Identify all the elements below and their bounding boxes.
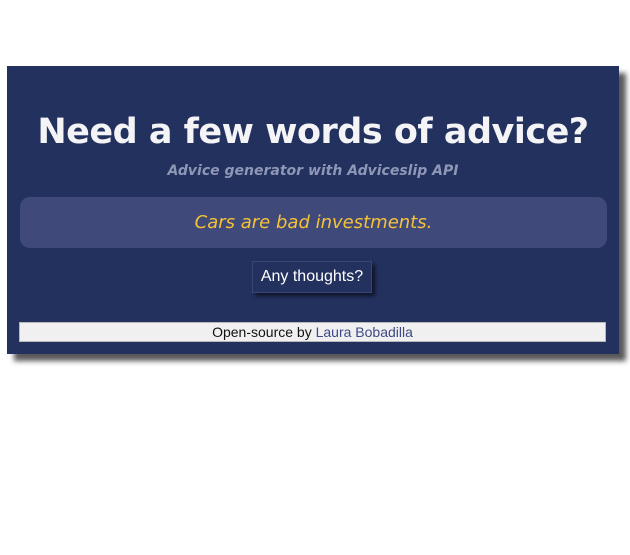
footer-prefix: Open-source by xyxy=(212,324,316,340)
advice-text: Cars are bad investments. xyxy=(194,211,433,233)
footer: Open-source by Laura Bobadilla xyxy=(19,322,606,342)
page-title: Need a few words of advice? xyxy=(37,112,589,152)
page-subtitle: Advice generator with Adviceslip API xyxy=(167,163,459,179)
advice-card: Need a few words of advice? Advice gener… xyxy=(7,66,619,354)
author-link[interactable]: Laura Bobadilla xyxy=(316,324,413,340)
advice-box: Cars are bad investments. xyxy=(20,197,607,248)
any-thoughts-button[interactable]: Any thoughts? xyxy=(252,261,372,293)
